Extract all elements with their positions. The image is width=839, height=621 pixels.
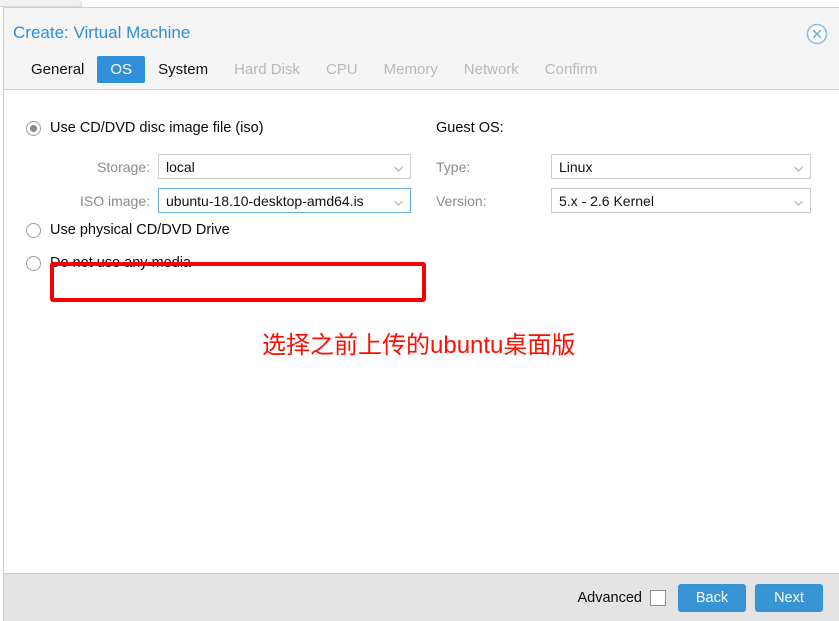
dialog-title: Create: Virtual Machine <box>13 23 191 42</box>
create-virtual-machine-dialog: Create: Virtual Machine General OS Syste… <box>3 7 839 621</box>
guest-os-type-select[interactable]: Linux <box>551 154 811 179</box>
radio-label-physical: Use physical CD/DVD Drive <box>50 222 230 238</box>
guest-os-version-value: 5.x - 2.6 Kernel <box>559 192 654 209</box>
wizard-tab-bar: General OS System Hard Disk CPU Memory N… <box>18 56 610 83</box>
radio-use-iso-file[interactable]: Use CD/DVD disc image file (iso) <box>26 120 264 136</box>
advanced-label: Advanced <box>577 589 643 606</box>
iso-image-field-row: ISO image: ubuntu-18.10-desktop-amd64.is <box>64 188 411 213</box>
radio-indicator-no-media <box>26 255 41 271</box>
guest-os-type-row: Type: Linux <box>436 154 811 179</box>
tab-memory: Memory <box>383 61 438 78</box>
radio-label-no-media: Do not use any media <box>50 255 192 271</box>
chevron-down-icon-iso-image <box>393 195 404 206</box>
advanced-checkbox[interactable] <box>650 589 666 606</box>
storage-field-row: Storage: local <box>64 154 411 179</box>
chevron-down-icon-version <box>793 195 804 206</box>
guest-os-version-select[interactable]: 5.x - 2.6 Kernel <box>551 188 811 213</box>
iso-image-value: ubuntu-18.10-desktop-amd64.is <box>166 192 364 209</box>
tab-network: Network <box>463 61 519 78</box>
next-button[interactable]: Next <box>755 583 823 612</box>
guest-os-type-value: Linux <box>559 158 593 175</box>
iso-image-select[interactable]: ubuntu-18.10-desktop-amd64.is <box>158 188 411 213</box>
iso-image-label: ISO image: <box>79 192 150 209</box>
chevron-down-icon-storage <box>393 161 404 172</box>
tab-system[interactable]: System <box>145 56 221 83</box>
tab-hard-disk: Hard Disk <box>234 61 300 78</box>
guest-os-type-label: Type: <box>436 158 471 175</box>
radio-indicator-physical <box>26 222 41 238</box>
guest-os-version-row: Version: 5.x - 2.6 Kernel <box>436 188 811 213</box>
back-button[interactable]: Back <box>678 583 746 612</box>
tab-general[interactable]: General <box>18 56 97 83</box>
close-icon[interactable] <box>805 22 829 46</box>
radio-label-iso: Use CD/DVD disc image file (iso) <box>50 120 264 136</box>
storage-select[interactable]: local <box>158 154 411 179</box>
radio-indicator-iso <box>26 120 41 136</box>
guest-os-heading: Guest OS: <box>436 120 504 136</box>
chevron-down-icon-type <box>793 161 804 172</box>
guest-os-version-label: Version: <box>436 192 487 209</box>
browser-chrome-sliver <box>0 0 82 7</box>
dialog-footer: Advanced Back Next <box>4 573 839 621</box>
dialog-body: Use CD/DVD disc image file (iso) Storage… <box>4 90 839 573</box>
annotation-text: 选择之前上传的ubuntu桌面版 <box>262 332 576 359</box>
advanced-toggle[interactable]: Advanced <box>577 589 666 606</box>
tab-cpu: CPU <box>325 61 358 78</box>
create-vm-dialog-screen: Create: Virtual Machine General OS Syste… <box>0 0 839 621</box>
radio-use-physical-drive[interactable]: Use physical CD/DVD Drive <box>26 222 230 238</box>
storage-label: Storage: <box>97 158 150 175</box>
tab-confirm: Confirm <box>544 61 598 78</box>
tab-os[interactable]: OS <box>97 56 146 83</box>
storage-value: local <box>166 158 195 175</box>
radio-no-media[interactable]: Do not use any media <box>26 255 191 271</box>
dialog-header: Create: Virtual Machine General OS Syste… <box>4 8 839 90</box>
